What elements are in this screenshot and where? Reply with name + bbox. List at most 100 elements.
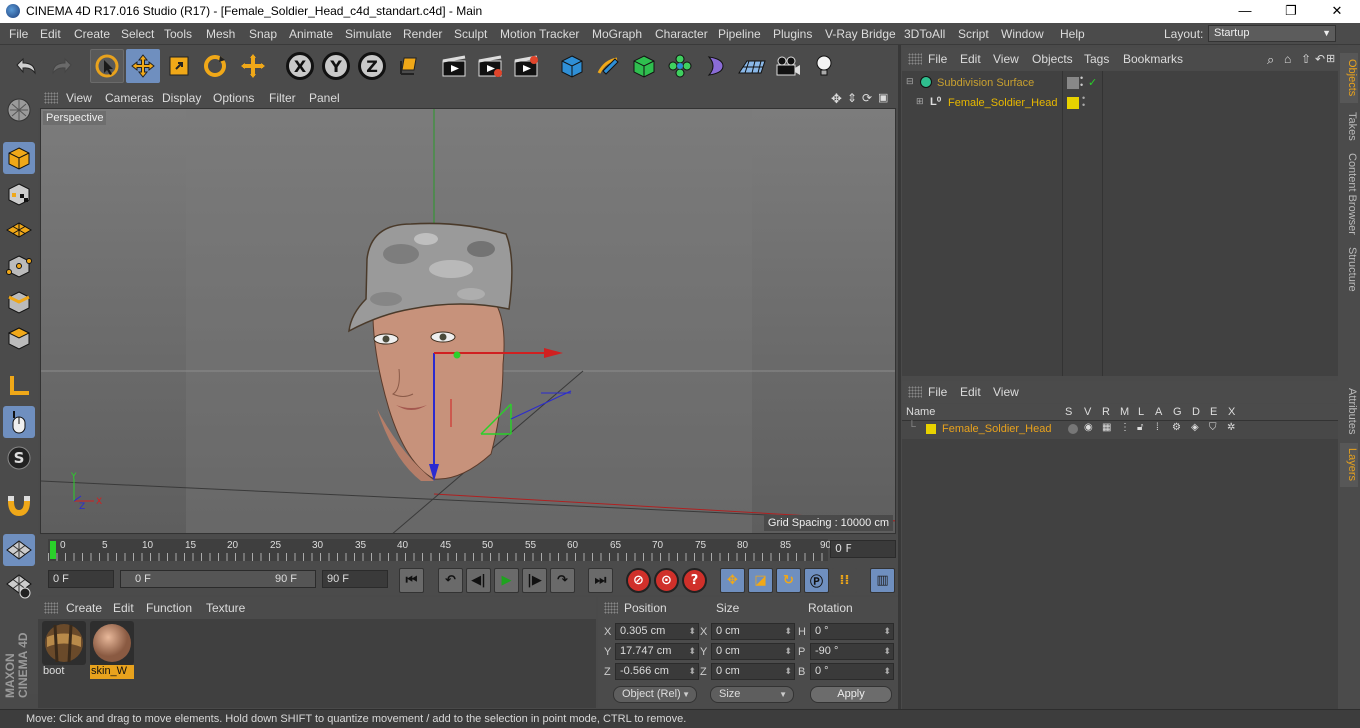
collapse-icon[interactable]: ⊟ bbox=[906, 76, 914, 87]
menu-render[interactable]: Render bbox=[403, 27, 442, 41]
layers-menu-file[interactable]: File bbox=[928, 385, 947, 399]
new-panel-icon[interactable]: ⊞ bbox=[1326, 52, 1335, 65]
magnet-icon[interactable] bbox=[3, 488, 35, 520]
manager-icon[interactable]: ⋮ bbox=[1120, 422, 1130, 433]
tab-structure[interactable]: Structure bbox=[1340, 241, 1358, 297]
z-axis-lock-icon[interactable]: Z bbox=[355, 49, 389, 83]
cube-icon[interactable] bbox=[555, 49, 589, 83]
y-axis-lock-icon[interactable]: Y bbox=[319, 49, 353, 83]
recent-tools-icon[interactable] bbox=[236, 49, 270, 83]
layer-row[interactable]: └ Female_Soldier_Head ◉ ▦ ⋮ 🔓︎ ⁞ ⚙ ◈ ⛉ ✲ bbox=[902, 421, 1338, 439]
menu-edit[interactable]: Edit bbox=[40, 27, 61, 41]
home-icon[interactable]: ⌂ bbox=[1284, 52, 1291, 66]
viewport-pan-icon[interactable]: ✥ bbox=[831, 91, 842, 107]
menu-create[interactable]: Create bbox=[74, 27, 110, 41]
tree-row-female-soldier-head[interactable]: ⊞ L⁰ Female_Soldier_Head • • bbox=[902, 94, 1338, 113]
points-mode-icon[interactable] bbox=[3, 250, 35, 282]
column-name[interactable]: Name bbox=[906, 406, 935, 418]
viewport-camera-label[interactable]: Perspective bbox=[43, 111, 107, 125]
tree-row-subdivision-surface[interactable]: ⊟ Subdivision Surface • • ✓ bbox=[902, 74, 1338, 93]
render-picture-viewer-icon[interactable] bbox=[473, 49, 507, 83]
subdivision-icon[interactable] bbox=[627, 49, 661, 83]
column-expressions[interactable]: E bbox=[1210, 406, 1217, 418]
material-swatch-skin[interactable]: skin_W bbox=[90, 621, 134, 679]
edges-mode-icon[interactable] bbox=[3, 286, 35, 318]
menu-plugins[interactable]: Plugins bbox=[773, 27, 812, 41]
menu-motion-tracker[interactable]: Motion Tracker bbox=[500, 27, 579, 41]
axis-mode-icon[interactable] bbox=[3, 370, 35, 402]
column-view[interactable]: V bbox=[1084, 406, 1091, 418]
record-position-icon[interactable]: ✥ bbox=[720, 568, 745, 593]
search-icon[interactable]: ⌕ bbox=[1267, 52, 1274, 68]
live-selection-icon[interactable] bbox=[90, 49, 124, 83]
column-render[interactable]: R bbox=[1102, 406, 1110, 418]
perspective-viewport[interactable]: Y X Z Perspective Grid Spacing : 10000 c… bbox=[40, 108, 896, 534]
menu-snap[interactable]: Snap bbox=[249, 27, 277, 41]
render-view-icon[interactable] bbox=[437, 49, 471, 83]
tab-objects[interactable]: Objects bbox=[1340, 53, 1358, 103]
objects-menu-tags[interactable]: Tags bbox=[1084, 52, 1109, 66]
menu-script[interactable]: Script bbox=[958, 27, 989, 41]
visibility-dots-icon[interactable]: • • bbox=[1080, 74, 1083, 90]
layout-select[interactable]: Startup ▼ bbox=[1208, 25, 1336, 42]
menu-file[interactable]: File bbox=[9, 27, 28, 41]
enabled-check-icon[interactable]: ✓ bbox=[1088, 76, 1097, 89]
grid-snap-icon[interactable] bbox=[3, 570, 35, 602]
menu-window[interactable]: Window bbox=[1001, 27, 1044, 41]
objects-menu-view[interactable]: View bbox=[993, 52, 1019, 66]
grid-lock-icon[interactable] bbox=[3, 534, 35, 566]
material-menu-create[interactable]: Create bbox=[66, 601, 102, 615]
record-parameter-icon[interactable]: Ⓟ bbox=[804, 568, 829, 593]
maximize-button[interactable]: ❐ bbox=[1268, 0, 1314, 23]
camera-icon[interactable] bbox=[771, 49, 805, 83]
lock-icon[interactable]: 🔓︎ bbox=[1137, 422, 1143, 433]
menu-character[interactable]: Character bbox=[655, 27, 708, 41]
edit-render-settings-icon[interactable] bbox=[509, 49, 543, 83]
solo-toggle-icon[interactable] bbox=[1068, 424, 1078, 434]
tab-attributes[interactable]: Attributes bbox=[1340, 383, 1358, 439]
viewport-menu-filter[interactable]: Filter bbox=[269, 91, 296, 105]
floor-icon[interactable] bbox=[735, 49, 769, 83]
record-active-objects-icon[interactable]: ⊘ bbox=[626, 568, 651, 593]
column-generators[interactable]: G bbox=[1173, 406, 1182, 418]
tab-takes[interactable]: Takes bbox=[1340, 105, 1358, 147]
panel-divider[interactable] bbox=[898, 45, 901, 709]
pos-y-field[interactable]: 17.747 cm bbox=[615, 643, 699, 660]
column-locked[interactable]: L bbox=[1138, 406, 1144, 418]
timeline-window-icon[interactable]: ▥ bbox=[870, 568, 895, 593]
move-icon[interactable] bbox=[126, 49, 160, 83]
viewport-menu-view[interactable]: View bbox=[66, 91, 92, 105]
play-icon[interactable]: ▶ bbox=[494, 568, 519, 593]
viewport-zoom-icon[interactable]: ⇕ bbox=[847, 91, 857, 105]
pos-x-field[interactable]: 0.305 cm bbox=[615, 623, 699, 640]
viewport-menu-options[interactable]: Options bbox=[213, 91, 254, 105]
size-y-field[interactable]: 0 cm bbox=[711, 643, 795, 660]
xref-icon[interactable]: ✲ bbox=[1227, 422, 1235, 433]
generators-icon[interactable]: ⚙ bbox=[1172, 422, 1181, 433]
next-key-icon[interactable]: ↷ bbox=[550, 568, 575, 593]
layer-name[interactable]: Female_Soldier_Head bbox=[942, 423, 1051, 435]
object-name[interactable]: Female_Soldier_Head bbox=[948, 97, 1057, 109]
frame-ruler[interactable]: 0 5 10 15 20 25 30 35 40 45 50 55 60 65 … bbox=[48, 539, 831, 561]
material-menu-edit[interactable]: Edit bbox=[113, 601, 134, 615]
objects-menu-bookmarks[interactable]: Bookmarks bbox=[1123, 52, 1183, 66]
size-mode-dropdown[interactable]: Size bbox=[710, 686, 794, 703]
object-name[interactable]: Subdivision Surface bbox=[937, 77, 1034, 89]
material-menu-function[interactable]: Function bbox=[146, 601, 192, 615]
menu-vray-bridge[interactable]: V-Ray Bridge bbox=[825, 27, 896, 41]
pos-z-field[interactable]: -0.566 cm bbox=[615, 663, 699, 680]
tab-layers[interactable]: Layers bbox=[1340, 443, 1358, 487]
layers-menu-edit[interactable]: Edit bbox=[960, 385, 981, 399]
menu-sculpt[interactable]: Sculpt bbox=[454, 27, 487, 41]
column-animation[interactable]: A bbox=[1155, 406, 1162, 418]
frame-range-slider[interactable]: 0 F 90 F bbox=[120, 570, 316, 588]
column-solo[interactable]: S bbox=[1065, 406, 1072, 418]
go-to-end-icon[interactable]: ⏭ bbox=[588, 568, 613, 593]
menu-tools[interactable]: Tools bbox=[164, 27, 192, 41]
column-manager[interactable]: M bbox=[1120, 406, 1129, 418]
start-frame-field[interactable]: 0 F bbox=[48, 570, 114, 588]
menu-animate[interactable]: Animate bbox=[289, 27, 333, 41]
current-frame-field[interactable]: 0 F bbox=[830, 540, 896, 558]
rotate-icon[interactable] bbox=[198, 49, 232, 83]
viewport-menu-panel[interactable]: Panel bbox=[309, 91, 340, 105]
